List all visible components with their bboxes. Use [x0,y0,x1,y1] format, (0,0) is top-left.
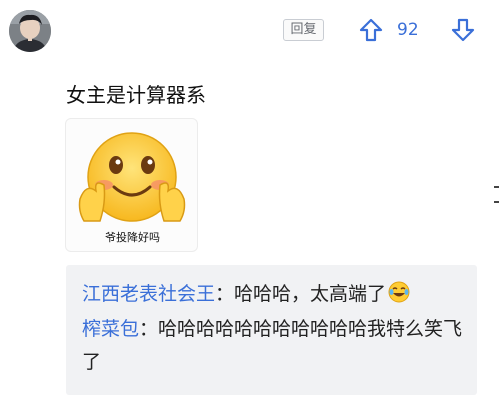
sub-reply: 榨菜包：哈哈哈哈哈哈哈哈哈哈哈我特么笑飞了 [82,313,467,379]
avatar[interactable] [9,10,51,52]
upvote-arrow-icon[interactable] [358,17,384,43]
comment-text: 女主是计算器系 [66,83,206,107]
avatar-photo-icon [9,10,51,52]
edge-divider [494,201,499,203]
sub-reply-username[interactable]: 榨菜包 [82,318,139,340]
sub-reply-username[interactable]: 江西老表社会王 [82,283,215,305]
vote-count: 92 [397,20,419,40]
sub-reply-text: 哈哈哈，太高端了 [234,283,387,305]
sub-reply: 江西老表社会王：哈哈哈，太高端了 [82,278,467,311]
edge-divider [494,186,499,188]
sticker-caption: 爷投降好吗 [105,231,160,244]
comment-card: 回复 92 女主是计算器系 爷投降好吗 江西老表社会王：哈哈哈，太高端了 榨菜包… [0,0,499,408]
laughing-crying-emoji-icon [388,281,410,303]
reply-button[interactable]: 回复 [283,19,324,41]
sticker-image[interactable]: 爷投降好吗 [65,118,198,252]
sub-reply-separator: ： [139,318,159,340]
downvote-arrow-icon[interactable] [450,17,476,43]
shy-smiley-sticker-icon [78,132,186,222]
sub-reply-separator: ： [215,283,235,305]
sub-replies-box: 江西老表社会王：哈哈哈，太高端了 榨菜包：哈哈哈哈哈哈哈哈哈哈哈我特么笑飞了 [66,265,477,395]
